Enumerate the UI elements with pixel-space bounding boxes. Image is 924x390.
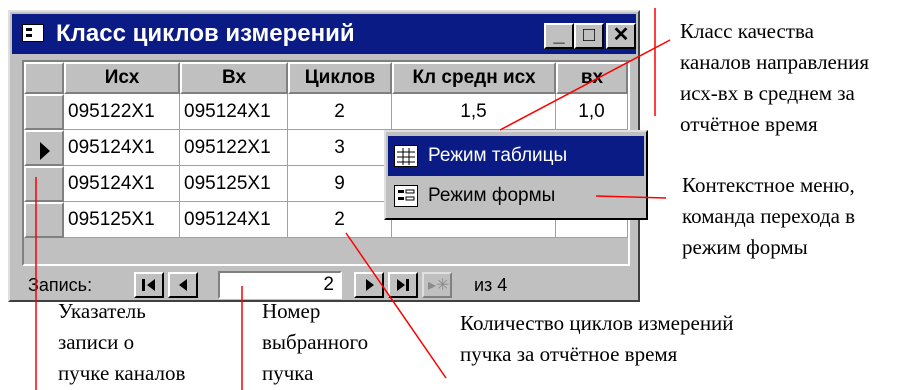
annotation-context-menu: Контекстное меню, команда перехода в реж… <box>682 173 856 259</box>
callout-line <box>595 195 667 199</box>
annotation-record-pointer: Указатель записи о пучке каналов <box>58 299 186 385</box>
annotation-quality-class: Класс качества каналов направления исх-в… <box>680 19 870 136</box>
annotation-selected-number: Номер выбранного пучка <box>262 299 369 385</box>
annotation-cycles-count: Количество циклов измерений пучка за отч… <box>460 311 734 366</box>
callout-line <box>499 39 671 131</box>
